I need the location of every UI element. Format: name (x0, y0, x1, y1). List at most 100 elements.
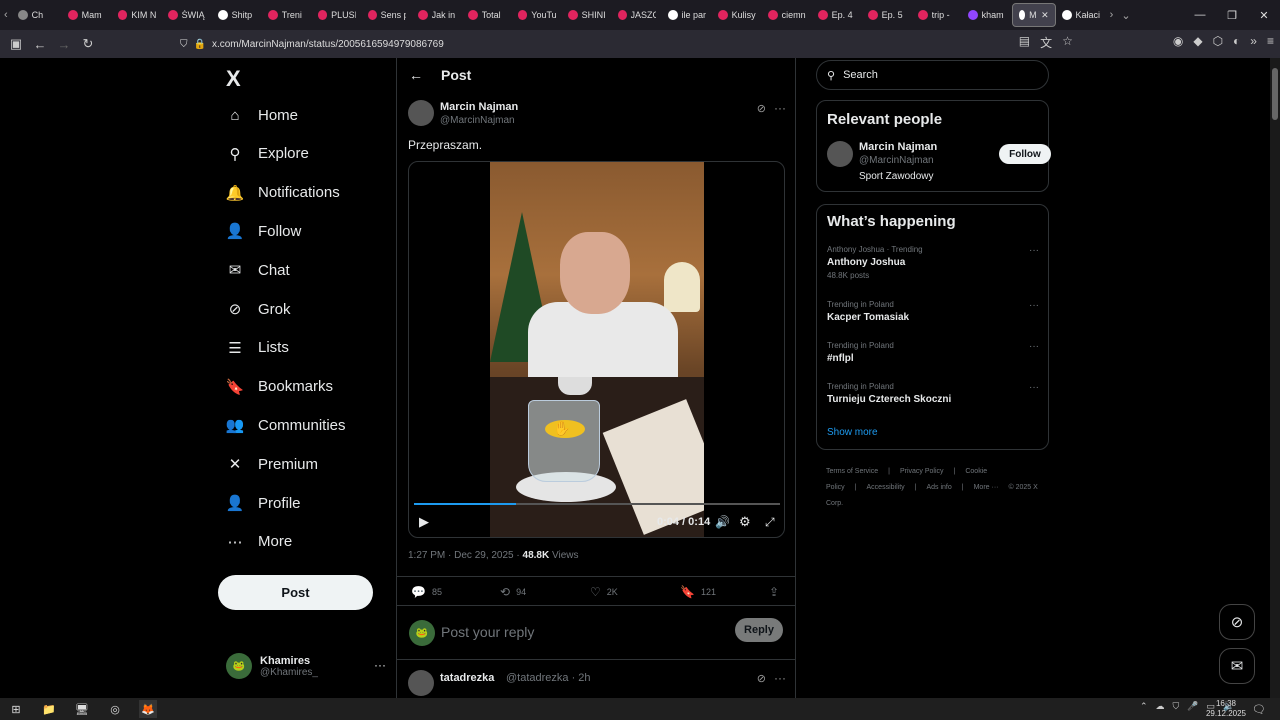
file-explorer-icon[interactable]: 📁 (40, 700, 58, 718)
volume-icon[interactable]: 🔊 (715, 515, 730, 529)
browser-tab[interactable]: Kałaci (1056, 3, 1106, 27)
more-icon[interactable]: ··· (374, 658, 386, 672)
sidebar-item-profile[interactable]: 👤 Profile (226, 494, 301, 513)
search-input[interactable]: ⚲ Search (816, 60, 1049, 90)
more-icon[interactable]: ··· (774, 671, 786, 685)
browser-tab[interactable]: trip - (912, 3, 962, 27)
more-icon[interactable]: ··· (1029, 382, 1039, 393)
footer-link[interactable]: More ··· (974, 484, 999, 491)
sidebar-toggle-icon[interactable]: ▣ (4, 36, 28, 52)
author-avatar[interactable] (408, 100, 434, 126)
browser-tab[interactable]: Jak in (412, 3, 462, 27)
trend-item[interactable]: Anthony Joshua · Trending Anthony Joshua 4… (827, 245, 1039, 281)
more-icon[interactable]: ··· (774, 101, 786, 115)
video-player[interactable]: ✋ ▶ 0:04 / 0:14 🔊 ⚙ ⤢ (408, 161, 785, 538)
extension-fox-icon[interactable]: ◆ (1193, 34, 1202, 51)
browser-tab[interactable]: Shitp (212, 3, 262, 27)
trend-item[interactable]: Trending in Poland Turnieju Czterech Skoc… (827, 382, 1039, 418)
back-icon[interactable]: ← (28, 37, 52, 52)
sidebar-item-more[interactable]: ⋯ More (226, 533, 293, 551)
browser-tab[interactable]: Treni (262, 3, 312, 27)
like-action[interactable]: ♡ 2K (590, 585, 618, 599)
menu-icon[interactable]: ≡ (1267, 34, 1274, 51)
overflow-icon[interactable]: » (1250, 34, 1257, 51)
page-scrollbar[interactable] (1270, 58, 1280, 698)
more-icon[interactable]: ··· (1029, 300, 1039, 311)
shield-icon[interactable]: ⛉ (180, 39, 188, 50)
footer-link[interactable]: Terms of Service (826, 468, 878, 475)
browser-tab[interactable]: SHINI (562, 3, 612, 27)
browser-tab[interactable]: ciemn (762, 3, 812, 27)
shield-tray-icon[interactable]: ⛉ (1173, 701, 1180, 712)
browser-tab[interactable]: Sens p (362, 3, 412, 27)
sidebar-item-follow[interactable]: 👤 Follow (226, 222, 302, 241)
translate-icon[interactable]: 文 (1040, 34, 1052, 51)
share-action[interactable]: ⇪ (769, 585, 779, 599)
steam-icon[interactable]: ◎ (106, 700, 124, 718)
system-clock[interactable]: 16:38 29.12.2025 (1206, 699, 1246, 719)
cloud-icon[interactable]: ☁ (1156, 701, 1165, 712)
extensions-icon[interactable]: ⬡ (1213, 34, 1223, 51)
monitor-app-icon[interactable]: 🖥 (73, 700, 91, 718)
sidebar-item-bookmarks[interactable]: 🔖 Bookmarks (226, 378, 333, 396)
browser-tab[interactable]: ŚWIĄ (162, 3, 212, 27)
notification-icon[interactable]: 🗨 (1250, 700, 1268, 718)
back-arrow-icon[interactable]: ← (409, 67, 423, 83)
scrollbar-thumb[interactable] (1272, 68, 1278, 120)
sidebar-item-grok[interactable]: ⊘ Grok (226, 300, 291, 319)
more-icon[interactable]: ··· (1029, 245, 1039, 256)
browser-tab[interactable]: Total (462, 3, 512, 27)
grok-icon[interactable]: ⊘ (757, 102, 766, 115)
repost-action[interactable]: ⟲ 94 (500, 585, 526, 599)
footer-link[interactable]: Ads info (926, 484, 951, 491)
relevant-person[interactable]: Marcin Najman @MarcinNajman Sport Zawodo… (827, 141, 1051, 185)
address-bar[interactable]: ⛉ 🔒 x.com/MarcinNajman/status/2005616594… (180, 34, 1050, 54)
browser-tab[interactable]: kham (962, 3, 1012, 27)
tab-list-icon[interactable]: ⌄ (1117, 9, 1134, 22)
sidebar-item-home[interactable]: ⌂ Home (226, 106, 298, 124)
close-tab-icon[interactable]: ✕ (1041, 10, 1049, 21)
sidebar-item-chat[interactable]: ✉ Chat (226, 261, 290, 280)
vpn-icon[interactable]: ◉ (1173, 34, 1183, 51)
play-icon[interactable]: ▶ (419, 514, 429, 530)
browser-tab[interactable]: Ch (12, 3, 62, 27)
reply-avatar[interactable] (408, 670, 434, 696)
forward-icon[interactable]: → (52, 37, 76, 52)
reply-author-name[interactable]: tatadrezka (440, 672, 494, 684)
fullscreen-icon[interactable]: ⤢ (765, 515, 775, 530)
reader-view-icon[interactable]: ▤ (1019, 34, 1030, 51)
bookmark-action[interactable]: 🔖 121 (680, 585, 716, 599)
sidebar-item-notifications[interactable]: 🔔 Notifications (226, 184, 340, 202)
firefox-icon[interactable]: 🦊 (139, 700, 157, 718)
browser-tab[interactable]: Mam (62, 3, 112, 27)
sidebar-item-communities[interactable]: 👥 Communities (226, 416, 346, 435)
show-more-link[interactable]: Show more (827, 427, 878, 438)
profile-icon[interactable]: ◐ (1233, 34, 1240, 51)
trend-item[interactable]: Trending in Poland Kacper Tomasiak ··· (827, 300, 1039, 336)
browser-tab[interactable]: JASZC (612, 3, 662, 27)
post-button[interactable]: Post (218, 575, 373, 610)
reply-button[interactable]: Reply (735, 618, 783, 642)
reload-icon[interactable]: ↻ (76, 36, 100, 52)
browser-tab[interactable]: PLUSI (312, 3, 362, 27)
author-handle[interactable]: @MarcinNajman (440, 115, 515, 126)
reply-input[interactable]: Post your reply (441, 624, 534, 640)
browser-tab[interactable]: KIM N (112, 3, 162, 27)
close-window-icon[interactable]: ✕ (1248, 9, 1280, 22)
bookmark-star-icon[interactable]: ☆ (1062, 34, 1073, 51)
post-timestamp[interactable]: 1:27 PM · Dec 29, 2025 · (408, 550, 523, 561)
browser-tab[interactable]: Kulisy (712, 3, 762, 27)
reply-action[interactable]: 💬 85 (411, 585, 442, 599)
browser-tab[interactable]: ile par (662, 3, 712, 27)
browser-tab[interactable]: YouTu (512, 3, 562, 27)
x-logo[interactable]: X (226, 66, 241, 92)
grok-icon[interactable]: ⊘ (757, 672, 766, 685)
author-name[interactable]: Marcin Najman (440, 101, 518, 113)
footer-link[interactable]: Accessibility (867, 484, 905, 491)
windows-start-icon[interactable]: ⊞ (7, 700, 25, 718)
browser-tab[interactable]: Ep. 4 (812, 3, 862, 27)
follow-button[interactable]: Follow (999, 144, 1051, 164)
sidebar-item-explore[interactable]: ⚲ Explore (226, 145, 309, 163)
more-icon[interactable]: ··· (1029, 341, 1039, 352)
trend-item[interactable]: Trending in Poland #nflpl ··· (827, 341, 1039, 377)
